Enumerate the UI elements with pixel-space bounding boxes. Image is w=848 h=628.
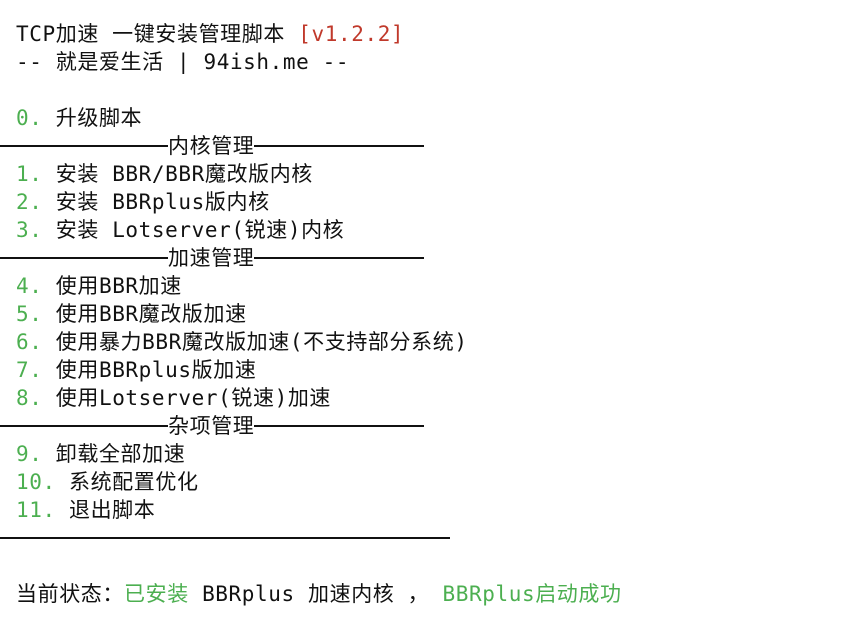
menu-item-kernel-1: 1. 安装 BBR/BBR魔改版内核 [0, 160, 313, 188]
menu-item-label: 退出脚本 [68, 498, 156, 522]
subtitle-text: -- 就是爱生活 | 94ish.me -- [16, 50, 350, 74]
status-line: 当前状态：已安装 BBRplus 加速内核 ， BBRplus启动成功 [0, 580, 622, 608]
menu-item-number: 8. [16, 386, 43, 410]
separator-rule [0, 257, 168, 259]
menu-item-label: 安装 Lotserver(锐速)内核 [55, 218, 345, 242]
menu-item-misc-10: 10. 系统配置优化 [0, 468, 199, 496]
menu-item-label: 使用BBRplus版加速 [55, 358, 257, 382]
menu-item-label: 安装 BBRplus版内核 [55, 190, 270, 214]
status-installed: 已安装 [124, 582, 189, 606]
menu-item-kernel-2: 2. 安装 BBRplus版内核 [0, 188, 270, 216]
status-prefix: 当前状态： [16, 582, 124, 606]
menu-item-misc-11: 11. 退出脚本 [0, 496, 155, 524]
section-title-kernel: 内核管理 [168, 134, 255, 158]
menu-item-upgrade: 0. 升级脚本 [0, 104, 142, 132]
menu-item-number: 10. [16, 470, 56, 494]
menu-item-label: 系统配置优化 [68, 470, 199, 494]
separator-rule [0, 145, 168, 147]
menu-item-label: 卸载全部加速 [55, 442, 186, 466]
menu-item-number: 11. [16, 498, 56, 522]
section-separator-accel: 加速管理 [0, 244, 425, 272]
menu-item-accel-5: 5. 使用BBR魔改版加速 [0, 300, 247, 328]
menu-item-accel-4: 4. 使用BBR加速 [0, 272, 182, 300]
menu-item-number: 2. [16, 190, 43, 214]
separator-rule [254, 145, 425, 147]
menu-item-number: 0. [16, 106, 43, 130]
menu-item-number: 4. [16, 274, 43, 298]
bottom-divider [0, 537, 450, 539]
menu-item-number: 9. [16, 442, 43, 466]
menu-item-kernel-3: 3. 安装 Lotserver(锐速)内核 [0, 216, 344, 244]
menu-item-label: 安装 BBR/BBR魔改版内核 [55, 162, 313, 186]
menu-item-label: 使用Lotserver(锐速)加速 [55, 386, 332, 410]
version-tag: [v1.2.2] [298, 22, 405, 46]
separator-rule [254, 257, 425, 259]
menu-item-number: 5. [16, 302, 43, 326]
section-title-misc: 杂项管理 [168, 414, 255, 438]
menu-item-accel-6: 6. 使用暴力BBR魔改版加速(不支持部分系统) [0, 328, 468, 356]
menu-item-label: 使用暴力BBR魔改版加速(不支持部分系统) [55, 330, 468, 354]
menu-item-misc-9: 9. 卸载全部加速 [0, 440, 185, 468]
section-title-accel: 加速管理 [168, 246, 255, 270]
menu-item-label: 使用BBR加速 [55, 274, 182, 298]
menu-item-number: 6. [16, 330, 43, 354]
header-line: TCP加速 一键安装管理脚本 [v1.2.2] [0, 20, 404, 48]
menu-item-number: 7. [16, 358, 43, 382]
header-subtitle: -- 就是爱生活 | 94ish.me -- [0, 48, 349, 76]
separator-rule [0, 425, 168, 427]
section-separator-misc: 杂项管理 [0, 412, 425, 440]
menu-item-label: 使用BBR魔改版加速 [55, 302, 247, 326]
menu-item-label: 升级脚本 [55, 106, 143, 130]
status-started: BBRplus启动成功 [442, 582, 622, 606]
terminal-window: TCP加速 一键安装管理脚本 [v1.2.2] -- 就是爱生活 | 94ish… [0, 0, 848, 628]
script-title: TCP加速 一键安装管理脚本 [16, 22, 285, 46]
section-separator-kernel: 内核管理 [0, 132, 425, 160]
menu-item-number: 1. [16, 162, 43, 186]
status-kernel: BBRplus 加速内核 ， [202, 582, 430, 606]
menu-item-number: 3. [16, 218, 43, 242]
menu-item-accel-8: 8. 使用Lotserver(锐速)加速 [0, 384, 331, 412]
separator-rule [254, 425, 425, 427]
menu-item-accel-7: 7. 使用BBRplus版加速 [0, 356, 256, 384]
